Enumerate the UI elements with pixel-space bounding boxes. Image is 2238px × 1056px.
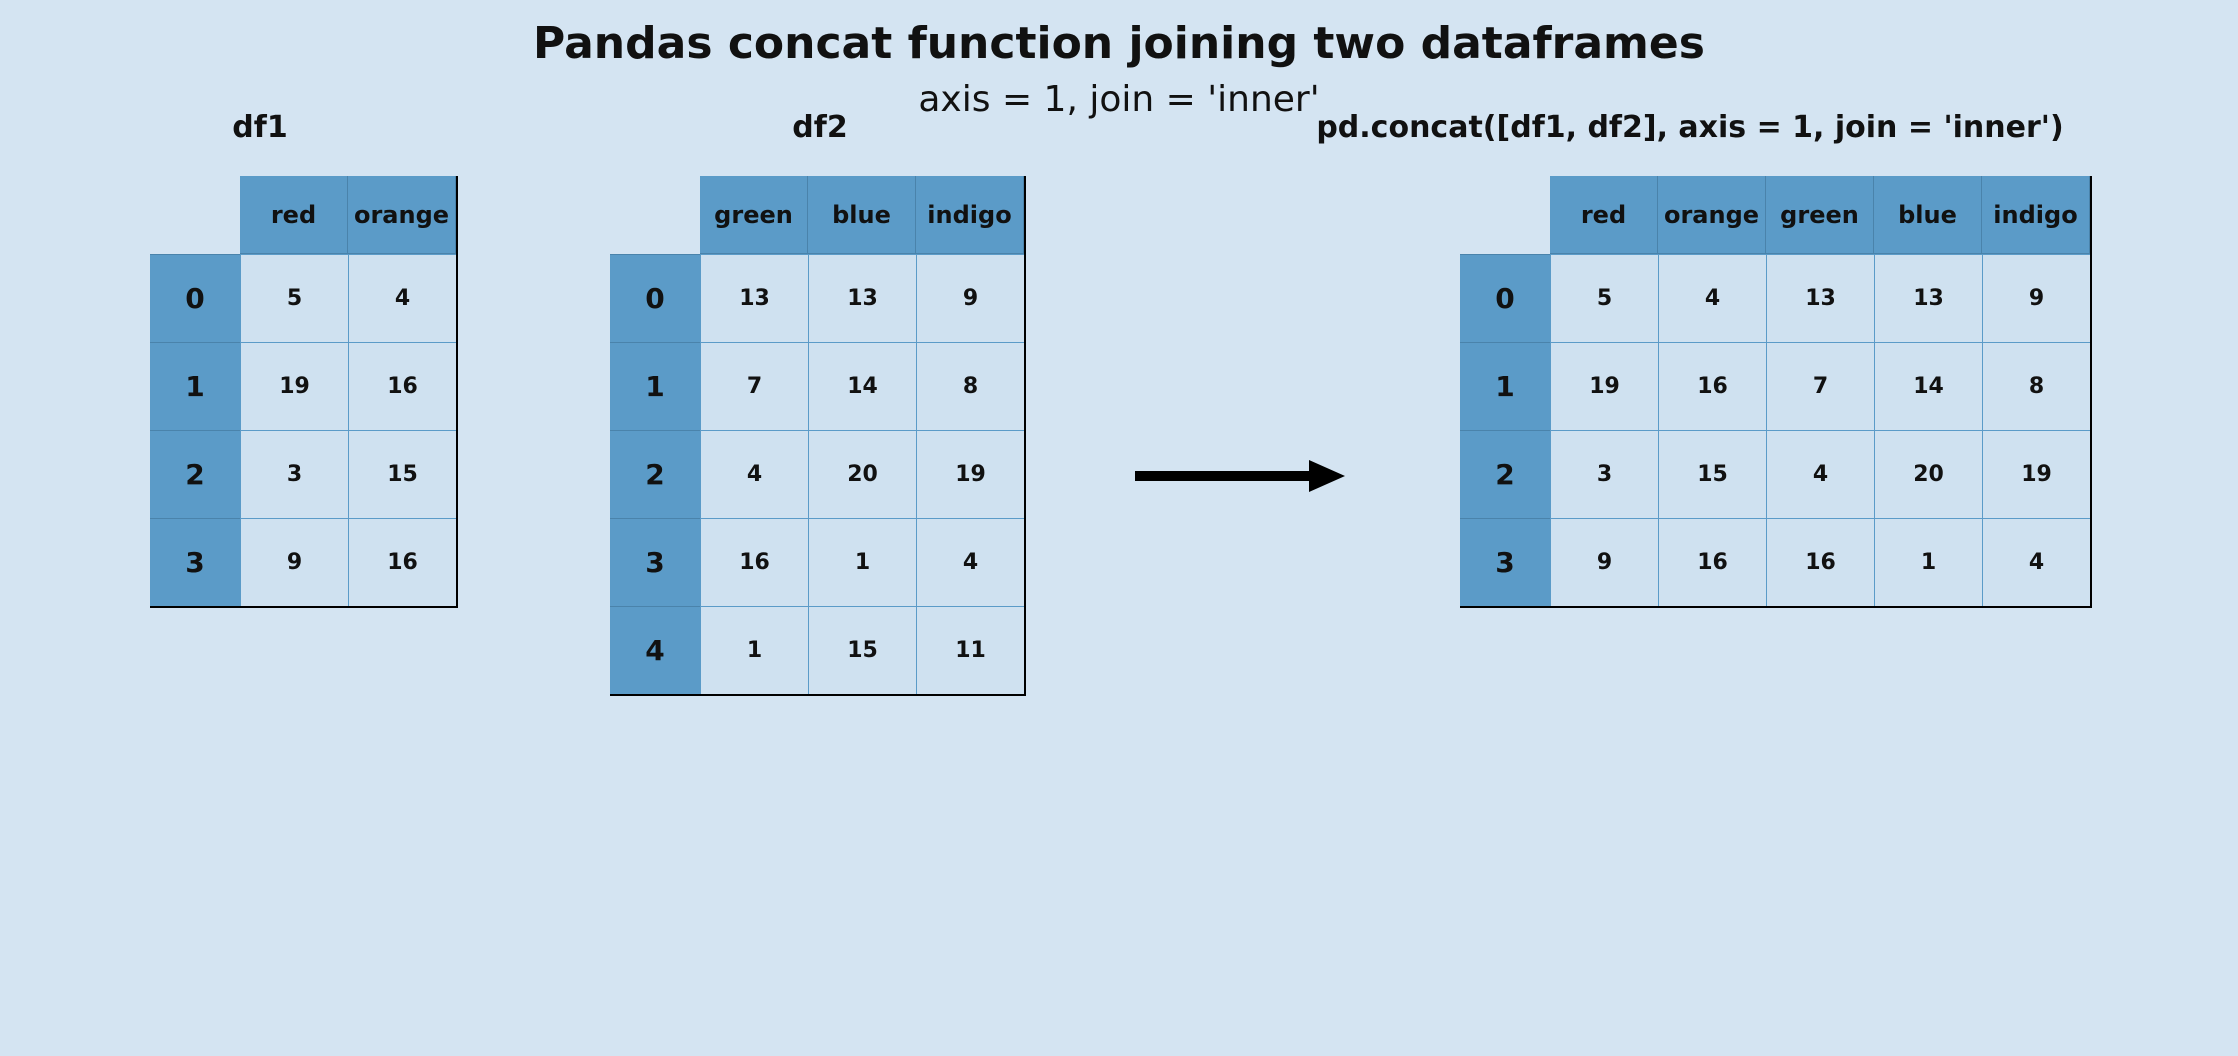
column-header: indigo xyxy=(916,176,1024,254)
row-header: 3 xyxy=(1460,518,1550,606)
row-header: 0 xyxy=(610,254,700,342)
table-cell: 1 xyxy=(808,518,916,606)
table-cell: 9 xyxy=(1550,518,1658,606)
dataframe-table: redorange0541191623153916 xyxy=(150,176,458,608)
row-header: 3 xyxy=(150,518,240,606)
dataframe-label: df2 xyxy=(792,110,847,145)
table-cell: 7 xyxy=(1766,342,1874,430)
table-cell: 9 xyxy=(1982,254,2090,342)
table-cell: 11 xyxy=(916,606,1024,694)
table-corner xyxy=(610,176,700,254)
column-header: blue xyxy=(808,176,916,254)
table-cell: 8 xyxy=(1982,342,2090,430)
table-cell: 3 xyxy=(1550,430,1658,518)
row-header: 1 xyxy=(1460,342,1550,430)
table-cell: 16 xyxy=(1658,518,1766,606)
table-cell: 19 xyxy=(1982,430,2090,518)
table-cell: 4 xyxy=(1658,254,1766,342)
table-cell: 3 xyxy=(240,430,348,518)
row-header: 1 xyxy=(150,342,240,430)
table-cell: 4 xyxy=(1982,518,2090,606)
row-header: 1 xyxy=(610,342,700,430)
table-cell: 19 xyxy=(240,342,348,430)
dataframe-panel: pd.concat([df1, df2], axis = 1, join = '… xyxy=(1460,160,2092,592)
table-cell: 1 xyxy=(700,606,808,694)
table-cell: 8 xyxy=(916,342,1024,430)
dataframe-table: greenblueindigo0131391714824201931614411… xyxy=(610,176,1026,696)
table-cell: 13 xyxy=(808,254,916,342)
arrow-right-icon xyxy=(1135,456,1345,496)
row-header: 4 xyxy=(610,606,700,694)
column-header: orange xyxy=(348,176,456,254)
table-corner xyxy=(1460,176,1550,254)
table-cell: 20 xyxy=(1874,430,1982,518)
column-header: orange xyxy=(1658,176,1766,254)
table-cell: 16 xyxy=(348,518,456,606)
table-cell: 4 xyxy=(916,518,1024,606)
column-header: green xyxy=(700,176,808,254)
page-title: Pandas concat function joining two dataf… xyxy=(0,0,2238,69)
column-header: red xyxy=(240,176,348,254)
dataframe-panel: df2greenblueindigo0131391714824201931614… xyxy=(610,160,1026,680)
table-cell: 15 xyxy=(1658,430,1766,518)
column-header: indigo xyxy=(1982,176,2090,254)
table-cell: 14 xyxy=(1874,342,1982,430)
row-header: 0 xyxy=(150,254,240,342)
table-cell: 4 xyxy=(348,254,456,342)
diagram-stage: df1redorange0541191623153916df2greenblue… xyxy=(0,160,2238,960)
table-cell: 15 xyxy=(808,606,916,694)
table-cell: 19 xyxy=(1550,342,1658,430)
table-cell: 4 xyxy=(700,430,808,518)
table-cell: 5 xyxy=(240,254,348,342)
table-cell: 16 xyxy=(1766,518,1874,606)
table-corner xyxy=(150,176,240,254)
table-cell: 16 xyxy=(348,342,456,430)
row-header: 3 xyxy=(610,518,700,606)
table-cell: 16 xyxy=(1658,342,1766,430)
table-cell: 1 xyxy=(1874,518,1982,606)
table-cell: 9 xyxy=(916,254,1024,342)
column-header: blue xyxy=(1874,176,1982,254)
row-header: 2 xyxy=(150,430,240,518)
dataframe-table: redorangegreenblueindigo0541313911916714… xyxy=(1460,176,2092,608)
table-cell: 16 xyxy=(700,518,808,606)
table-cell: 19 xyxy=(916,430,1024,518)
column-header: green xyxy=(1766,176,1874,254)
table-cell: 20 xyxy=(808,430,916,518)
table-cell: 7 xyxy=(700,342,808,430)
row-header: 0 xyxy=(1460,254,1550,342)
table-cell: 4 xyxy=(1766,430,1874,518)
dataframe-label: df1 xyxy=(232,110,287,145)
table-cell: 13 xyxy=(1766,254,1874,342)
table-cell: 15 xyxy=(348,430,456,518)
table-cell: 13 xyxy=(700,254,808,342)
dataframe-panel: df1redorange0541191623153916 xyxy=(150,160,458,592)
column-header: red xyxy=(1550,176,1658,254)
dataframe-label: pd.concat([df1, df2], axis = 1, join = '… xyxy=(1316,110,2063,145)
table-cell: 13 xyxy=(1874,254,1982,342)
row-header: 2 xyxy=(1460,430,1550,518)
table-cell: 9 xyxy=(240,518,348,606)
table-cell: 5 xyxy=(1550,254,1658,342)
table-cell: 14 xyxy=(808,342,916,430)
row-header: 2 xyxy=(610,430,700,518)
